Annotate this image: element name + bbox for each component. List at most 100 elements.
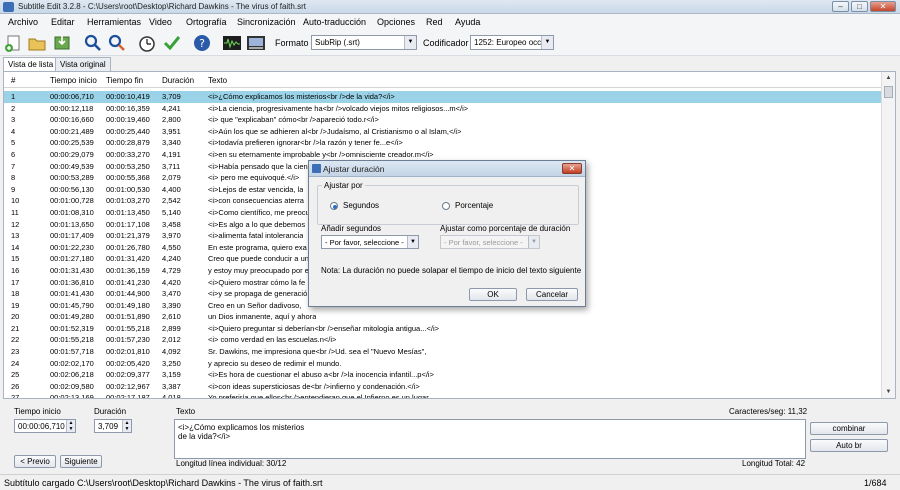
auto-br-button[interactable]: Auto br — [810, 439, 888, 452]
open-folder-icon[interactable] — [27, 33, 47, 53]
cell-end: 00:01:13,450 — [106, 207, 150, 217]
app-icon — [3, 2, 14, 12]
table-row[interactable]: 4 00:00:21,489 00:00:25,440 3,951 <i>Aún los… — [4, 126, 882, 138]
table-row[interactable]: 21 00:01:52,319 00:01:55,218 2,899 <i>Quiero… — [4, 323, 882, 335]
radio-seconds[interactable] — [330, 202, 338, 210]
add-seconds-select[interactable]: - Por favor, seleccione - ▼ — [321, 235, 419, 249]
cancel-button[interactable]: Cancelar — [526, 288, 578, 301]
table-row[interactable]: 26 00:02:09,580 00:02:12,967 3,387 <i>con id… — [4, 381, 882, 393]
table-row[interactable]: 20 00:01:49,280 00:01:51,890 2,610 un Dios i… — [4, 311, 882, 323]
find-icon[interactable] — [83, 33, 103, 53]
table-row[interactable]: 22 00:01:55,218 00:01:57,230 2,012 <i> como … — [4, 334, 882, 346]
percent-value: - Por favor, seleccione - — [444, 238, 523, 247]
encoding-select[interactable]: 1252: Europeo occi ▼ — [470, 35, 554, 50]
line-length: Longitud línea individual: 30/12 — [176, 459, 287, 468]
cell-text: y estoy muy preocupado por e — [208, 265, 309, 275]
table-row[interactable]: 1 00:00:06,710 00:00:10,419 3,709 <i>¿Cómo e… — [4, 91, 882, 103]
menu-ortografia[interactable]: Ortografía — [186, 17, 227, 27]
cell-end: 00:01:55,218 — [106, 323, 150, 333]
table-row[interactable]: 27 00:02:13,169 00:02:17,187 4,018 Yo prefer… — [4, 392, 882, 399]
cell-end: 00:02:05,420 — [106, 358, 150, 368]
table-row[interactable]: 23 00:01:57,718 00:02:01,810 4,092 Sr. Dawki… — [4, 346, 882, 358]
cell-text: Sr. Dawkins, me impresiona que<br />Ud. … — [208, 347, 427, 357]
fix-timing-icon[interactable] — [137, 33, 157, 53]
cell-end: 00:00:55,368 — [106, 173, 150, 183]
col-header-end[interactable]: Tiempo fin — [106, 76, 143, 85]
grid-scrollbar[interactable]: ▲ ▼ — [881, 72, 895, 398]
new-file-icon[interactable] — [4, 33, 24, 53]
scroll-thumb[interactable] — [884, 86, 893, 98]
subtitle-text-editor[interactable]: <i>¿Cómo explicamos los misterios de la … — [174, 419, 806, 459]
cell-end: 00:00:10,419 — [106, 92, 150, 101]
cell-number: 26 — [11, 381, 20, 391]
tab-vista-original[interactable]: Vista original — [55, 57, 111, 71]
table-row[interactable]: 2 00:00:12,118 00:00:16,359 4,241 <i>La cien… — [4, 103, 882, 115]
cell-duration: 3,470 — [162, 289, 181, 299]
col-header-text[interactable]: Texto — [208, 76, 227, 85]
minimize-button[interactable]: – — [832, 1, 849, 12]
duration-input[interactable]: 3,709 ▲ ▼ — [94, 419, 132, 433]
previous-button[interactable]: < Previo — [14, 455, 56, 468]
cell-text: <i>Como científico, me preocu — [208, 207, 310, 217]
ok-button[interactable]: OK — [469, 288, 517, 301]
waveform-icon[interactable] — [222, 33, 242, 53]
cell-start: 00:00:21,489 — [50, 126, 94, 136]
menu-video[interactable]: Video — [149, 17, 172, 27]
menu-ayuda[interactable]: Ayuda — [455, 17, 480, 27]
cell-end: 00:01:49,180 — [106, 300, 150, 310]
cell-number: 22 — [11, 335, 20, 345]
cell-text: <i> pero me equivoqué.</i> — [208, 173, 300, 183]
maximize-button[interactable]: □ — [851, 1, 868, 12]
start-time-input[interactable]: 00:00:06,710 ▲ ▼ — [14, 419, 76, 433]
help-icon[interactable]: ? — [192, 33, 212, 53]
table-row[interactable]: 3 00:00:16,660 00:00:19,460 2,800 <i> que "e… — [4, 114, 882, 126]
col-header-start[interactable]: Tiempo inicio — [50, 76, 97, 85]
scroll-up-icon[interactable]: ▲ — [882, 72, 895, 84]
dialog-close-button[interactable]: ✕ — [562, 163, 582, 174]
menu-bar: Archivo Editar Herramientas Video Ortogr… — [0, 14, 900, 30]
percent-select[interactable]: - Por favor, seleccione - ▼ — [440, 235, 540, 249]
menu-auto-traduccion[interactable]: Auto-traducción — [303, 17, 366, 27]
format-select[interactable]: SubRip (.srt) ▼ — [311, 35, 417, 50]
table-row[interactable]: 5 00:00:25,539 00:00:28,879 3,340 <i>todavía… — [4, 137, 882, 149]
cell-text: <i>en su eternamente improbable y<br />o… — [208, 149, 434, 159]
combine-button[interactable]: combinar — [810, 422, 888, 435]
cell-text: <i>Lejos de estar vencida, la — [208, 184, 304, 194]
menu-opciones[interactable]: Opciones — [377, 17, 415, 27]
close-button[interactable]: ✕ — [870, 1, 896, 12]
table-row[interactable]: 24 00:02:02,170 00:02:05,420 3,250 y aprecio… — [4, 358, 882, 370]
cell-number: 2 — [11, 103, 16, 113]
save-icon[interactable] — [52, 33, 72, 53]
cell-number: 24 — [11, 358, 20, 368]
cell-start: 00:01:08,310 — [50, 207, 94, 217]
table-row[interactable]: 25 00:02:06,218 00:02:09,377 3,159 <i>Es hor… — [4, 369, 882, 381]
menu-sincronizacion[interactable]: Sincronización — [237, 17, 296, 27]
tab-vista-de-lista[interactable]: Vista de lista — [3, 57, 59, 72]
check-icon[interactable] — [162, 33, 182, 53]
radio-percent[interactable] — [442, 202, 450, 210]
menu-red[interactable]: Red — [426, 17, 443, 27]
percent-label: Ajustar como porcentaje de duración — [440, 224, 571, 233]
replace-icon[interactable] — [107, 33, 127, 53]
col-header-duration[interactable]: Duración — [162, 76, 194, 85]
col-header-number[interactable]: # — [11, 76, 15, 85]
scroll-down-icon[interactable]: ▼ — [882, 386, 895, 398]
chevron-down-icon: ▼ — [541, 36, 553, 49]
cell-number: 25 — [11, 370, 20, 380]
spin-arrows-icon[interactable]: ▲ ▼ — [66, 420, 75, 432]
next-button[interactable]: Siguiente — [60, 455, 102, 468]
menu-herramientas[interactable]: Herramientas — [87, 17, 141, 27]
cell-duration: 4,018 — [162, 393, 181, 399]
radio-percent-label[interactable]: Porcentaje — [455, 201, 493, 210]
video-icon[interactable] — [246, 33, 266, 53]
cell-number: 21 — [11, 323, 20, 333]
text-label: Texto — [176, 407, 196, 416]
table-row[interactable]: 6 00:00:29,079 00:00:33,270 4,191 <i>en su e… — [4, 149, 882, 161]
status-bar: Subtítulo cargado C:\Users\root\Desktop\… — [0, 474, 900, 490]
toolbar: ? Formato SubRip (.srt) ▼ Codificador 12… — [0, 30, 900, 56]
radio-seconds-label[interactable]: Segundos — [343, 201, 379, 210]
cell-number: 3 — [11, 115, 16, 125]
spin-arrows-icon[interactable]: ▲ ▼ — [122, 420, 131, 432]
menu-editar[interactable]: Editar — [51, 17, 75, 27]
menu-archivo[interactable]: Archivo — [8, 17, 38, 27]
